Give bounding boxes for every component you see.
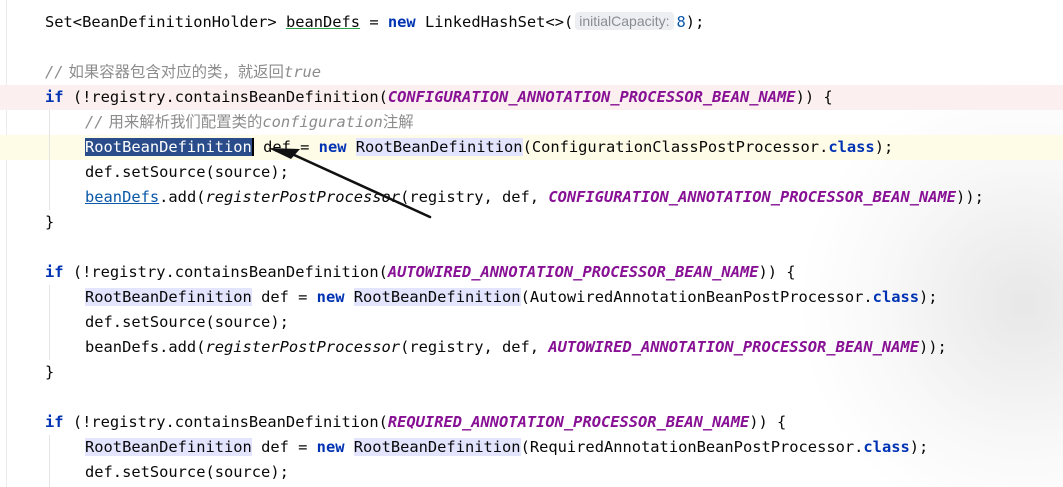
code-editor[interactable]: Set<BeanDefinitionHolder> beanDefs = new… [0, 0, 1063, 487]
annotation-arrow [268, 148, 432, 219]
arrow-head [268, 148, 300, 159]
arrow-shaft [290, 152, 432, 219]
